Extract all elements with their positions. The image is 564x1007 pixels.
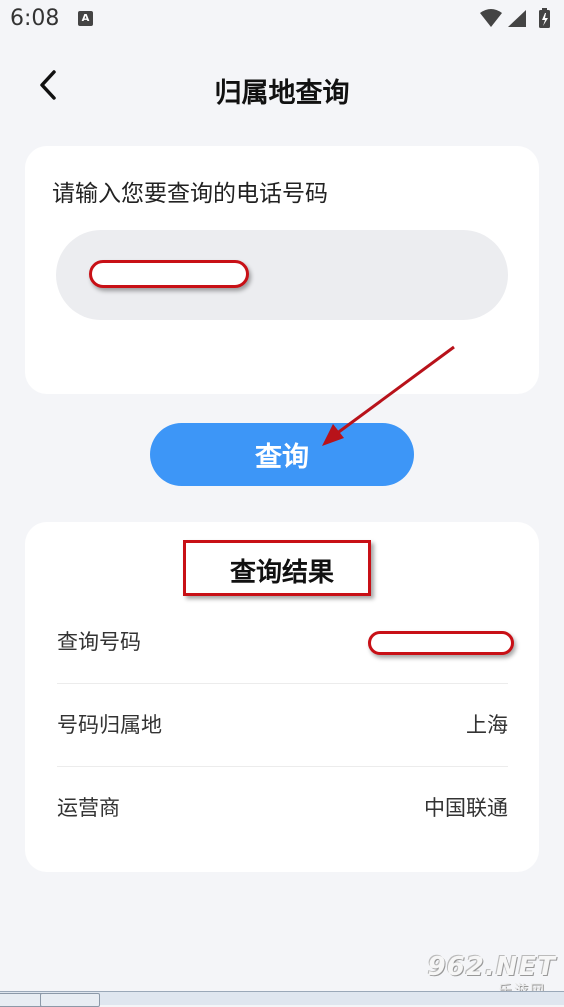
phone-input-label: 请输入您要查询的电话号码: [52, 181, 328, 207]
watermark: 962.NET 乐游网: [416, 952, 556, 999]
page-title: 归属地查询: [214, 78, 350, 109]
header: 归属地查询: [0, 55, 564, 121]
redaction-mark: [89, 260, 249, 288]
taskbar: [0, 991, 564, 1007]
row-value: 上海: [466, 713, 508, 737]
signal-icon: [508, 10, 526, 27]
status-icons: [480, 8, 550, 28]
result-row-location: 号码归属地 上海: [57, 685, 508, 767]
taskbar-button[interactable]: [40, 993, 100, 1007]
result-row-number: 查询号码: [57, 602, 514, 684]
wifi-icon: [480, 9, 502, 27]
query-button[interactable]: 查询: [150, 423, 414, 486]
status-bar: 6:08 A: [0, 0, 564, 40]
result-card: 查询结果 查询号码 号码归属地 上海 运营商 中国联通: [25, 522, 539, 872]
result-row-carrier: 运营商 中国联通: [57, 768, 508, 850]
notification-icon: A: [78, 11, 93, 26]
redaction-mark: [368, 631, 514, 655]
row-value: 中国联通: [424, 796, 508, 820]
input-card: 请输入您要查询的电话号码: [25, 146, 539, 394]
watermark-text: 962.NET: [427, 952, 556, 982]
row-label: 查询号码: [57, 630, 141, 654]
highlight-box: [183, 540, 371, 596]
row-label: 运营商: [57, 796, 120, 820]
row-label: 号码归属地: [57, 713, 162, 737]
status-time: 6:08: [10, 6, 60, 31]
